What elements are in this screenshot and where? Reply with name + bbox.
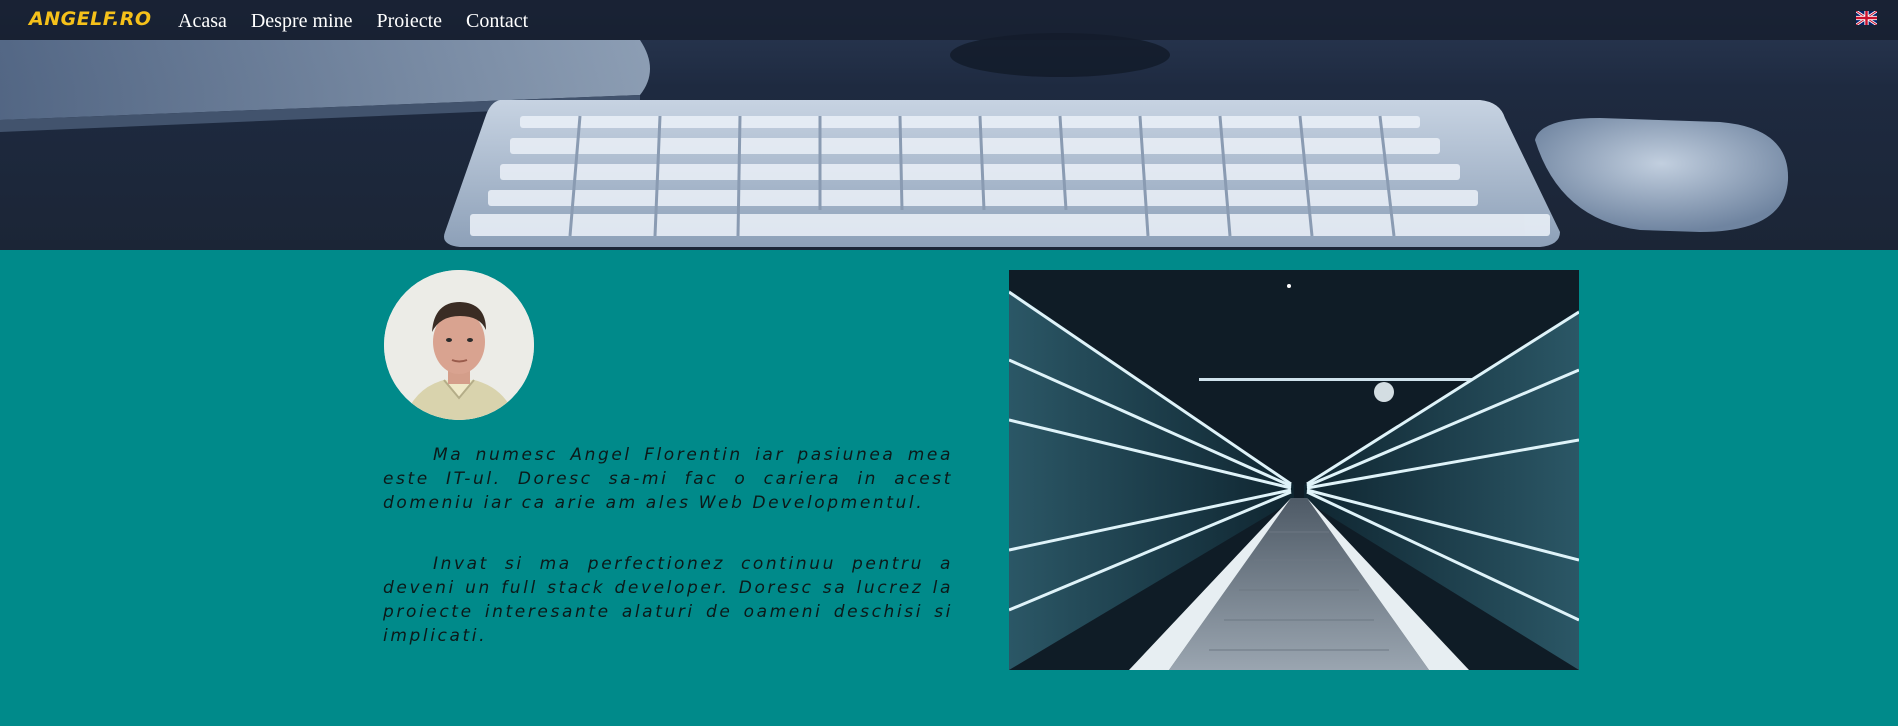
main-nav: Acasa Despre mine Proiecte Contact bbox=[178, 8, 552, 34]
nav-link-despre-mine[interactable]: Despre mine bbox=[251, 8, 353, 34]
walkway-light-trails-photo bbox=[1009, 270, 1579, 670]
bio-paragraph-1: Ma numesc Angel Florentin iar pasiunea m… bbox=[383, 445, 953, 513]
top-navbar: ANGELF.RO Acasa Despre mine Proiecte Con… bbox=[0, 0, 1898, 40]
nav-link-proiecte[interactable]: Proiecte bbox=[377, 8, 443, 34]
bio-paragraph-2: Invat si ma perfectionez continuu pentru… bbox=[383, 554, 953, 646]
profile-photo bbox=[384, 270, 534, 420]
nav-link-contact[interactable]: Contact bbox=[466, 8, 528, 34]
uk-flag-icon[interactable] bbox=[1856, 11, 1877, 25]
nav-link-acasa[interactable]: Acasa bbox=[178, 8, 227, 34]
profile-avatar bbox=[384, 270, 534, 420]
brand-logo[interactable]: ANGELF.RO bbox=[29, 4, 152, 34]
about-section: Ma numesc Angel Florentin iar pasiunea m… bbox=[0, 250, 1898, 726]
feature-image bbox=[1009, 270, 1579, 670]
